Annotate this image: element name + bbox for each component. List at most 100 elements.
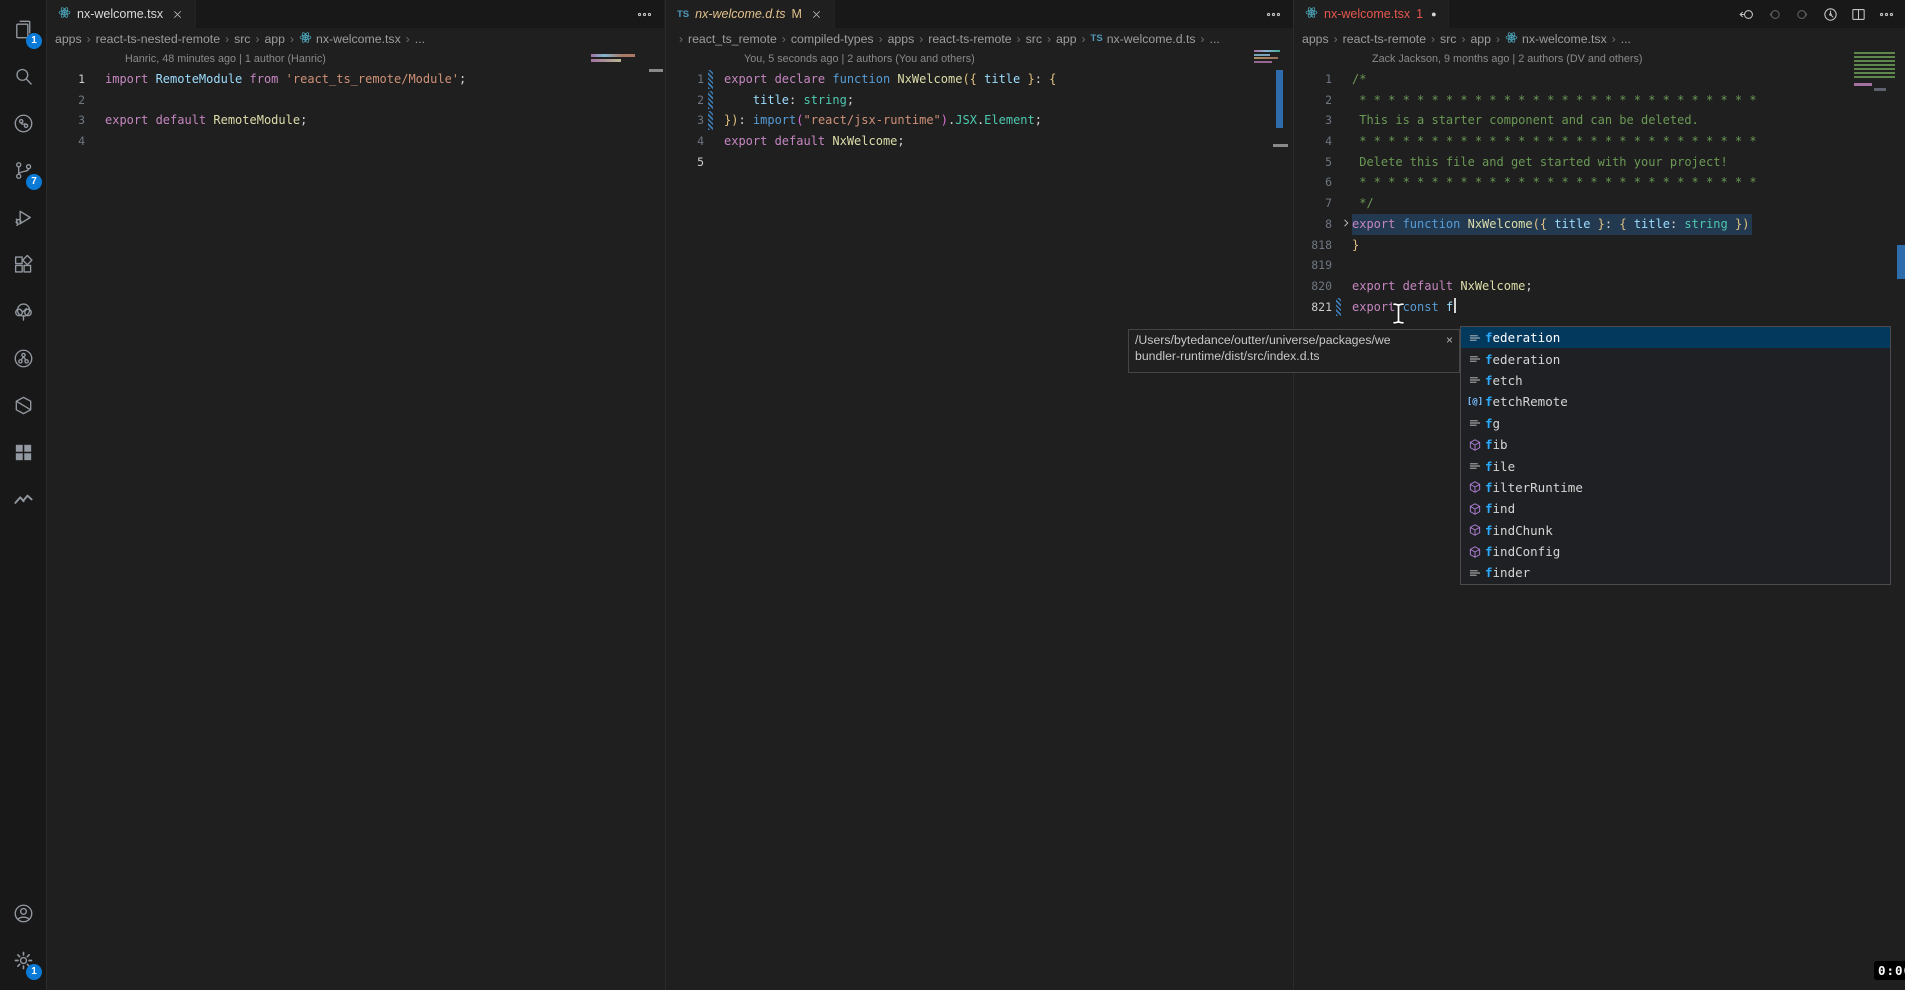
history-button[interactable] (1820, 4, 1840, 24)
code-line[interactable]: 7 */ (1294, 193, 1905, 214)
breadcrumb-item[interactable]: src (234, 32, 250, 46)
activity-bar-item-commit-graph[interactable] (0, 335, 46, 382)
tab-nx-welcome.d.ts[interactable]: TSnx-welcome.d.tsM (666, 0, 835, 28)
codelens[interactable]: Zack Jackson, 9 months ago | 2 authors (… (1294, 49, 1905, 69)
breadcrumb-item[interactable]: nx-welcome.tsx (299, 31, 401, 47)
tab-close-icon[interactable] (171, 8, 184, 21)
minimap-middle[interactable] (1254, 50, 1280, 66)
breadcrumb-item[interactable]: app (1056, 32, 1077, 46)
breadcrumb-item[interactable]: TSnx-welcome.d.ts (1091, 32, 1196, 46)
activity-bar-item-source-control[interactable]: 7 (0, 147, 46, 194)
code-line-text[interactable]: } (1352, 235, 1905, 256)
code-line[interactable]: 1import RemoteModule from 'react_ts_remo… (47, 69, 664, 90)
codelens[interactable]: You, 5 seconds ago | 2 authors (You and … (666, 49, 1293, 69)
suggest-item[interactable]: find (1461, 498, 1890, 519)
code-line-text[interactable]: export declare function NxWelcome({ titl… (724, 69, 1293, 90)
suggest-item[interactable]: [@]fetchRemote (1461, 391, 1890, 412)
minimap-left[interactable] (591, 54, 637, 64)
code-line[interactable]: 4 * * * * * * * * * * * * * * * * * * * … (1294, 131, 1905, 152)
breadcrumb-item[interactable]: app (264, 32, 285, 46)
code-line-text[interactable]: export default NxWelcome; (1352, 276, 1905, 297)
breadcrumb-item[interactable]: apps (888, 32, 915, 46)
code-line-text[interactable] (105, 131, 664, 152)
code-line[interactable]: 5 Delete this file and get started with … (1294, 152, 1905, 173)
code-line-text[interactable]: */ (1352, 193, 1905, 214)
suggest-item[interactable]: federation (1461, 327, 1890, 348)
code-line-text[interactable]: * * * * * * * * * * * * * * * * * * * * … (1352, 90, 1905, 111)
code-line-text[interactable] (1352, 255, 1905, 276)
more-button[interactable] (634, 4, 654, 24)
tab-close-icon[interactable] (810, 8, 823, 21)
code-line[interactable]: 818} (1294, 235, 1905, 256)
suggest-item[interactable]: federation (1461, 348, 1890, 369)
suggest-item[interactable]: file (1461, 455, 1890, 476)
code-line[interactable]: 2 title: string; (666, 90, 1293, 111)
code-line[interactable]: 6 * * * * * * * * * * * * * * * * * * * … (1294, 172, 1905, 193)
code-line[interactable]: 3 This is a starter component and can be… (1294, 110, 1905, 131)
activity-bar-item-run-debug[interactable] (0, 194, 46, 241)
suggest-item[interactable]: findConfig (1461, 541, 1890, 562)
breadcrumb-item[interactable]: compiled-types (791, 32, 874, 46)
breadcrumb-item[interactable]: react-ts-remote (928, 32, 1011, 46)
code-line[interactable]: 1export declare function NxWelcome({ tit… (666, 69, 1293, 90)
code-line-text[interactable]: export function NxWelcome({ title }: { t… (1352, 214, 1905, 235)
activity-bar-item-grid[interactable] (0, 429, 46, 476)
code-line[interactable]: 819 (1294, 255, 1905, 276)
code-line-text[interactable]: title: string; (724, 90, 1293, 111)
code-line-text[interactable]: }): import("react/jsx-runtime").JSX.Elem… (724, 110, 1293, 131)
tab-nx-welcome.tsx[interactable]: nx-welcome.tsx (47, 0, 196, 28)
nav-prev-button[interactable] (1764, 4, 1784, 24)
dirty-indicator[interactable]: ● (1431, 9, 1436, 19)
code-line-text[interactable] (724, 152, 1293, 173)
more-button[interactable] (1876, 4, 1896, 24)
code-line-text[interactable]: Delete this file and get started with yo… (1352, 152, 1905, 173)
suggest-item[interactable]: fetch (1461, 370, 1890, 391)
activity-bar-item-search[interactable] (0, 53, 46, 100)
code-line[interactable]: 8export function NxWelcome({ title }: { … (1294, 214, 1905, 235)
code-line[interactable]: 2 * * * * * * * * * * * * * * * * * * * … (1294, 90, 1905, 111)
activity-bar-item-nx-console[interactable] (0, 382, 46, 429)
breadcrumb-item[interactable]: nx-welcome.tsx (1505, 31, 1607, 47)
suggest-item[interactable]: fg (1461, 413, 1890, 434)
breadcrumb-item[interactable]: apps (55, 32, 82, 46)
activity-bar-item-accounts[interactable] (0, 890, 46, 937)
code-line[interactable]: 3export default RemoteModule; (47, 110, 664, 131)
code-line[interactable]: 1/* (1294, 69, 1905, 90)
code-line-text[interactable]: * * * * * * * * * * * * * * * * * * * * … (1352, 172, 1905, 193)
breadcrumb-item[interactable]: react_ts_remote (688, 32, 777, 46)
code-line-text[interactable]: * * * * * * * * * * * * * * * * * * * * … (1352, 131, 1905, 152)
code-line[interactable]: 2 (47, 90, 664, 111)
breadcrumb-item[interactable]: app (1470, 32, 1491, 46)
suggest-item[interactable]: findChunk (1461, 520, 1890, 541)
breadcrumb-item[interactable]: react-ts-remote (1343, 32, 1426, 46)
breadcrumb-item[interactable]: ... (415, 32, 425, 46)
breadcrumb-item[interactable]: ... (1621, 32, 1631, 46)
activity-bar-item-extensions[interactable] (0, 241, 46, 288)
breadcrumb-item[interactable]: react-ts-nested-remote (96, 32, 220, 46)
split-editor-button[interactable] (1848, 4, 1868, 24)
breadcrumb-item[interactable]: apps (1302, 32, 1329, 46)
breadcrumb-item[interactable]: src (1026, 32, 1042, 46)
activity-bar-item-settings[interactable]: 1 (0, 937, 46, 984)
activity-bar-item-explorer[interactable]: 1 (0, 6, 46, 53)
code-line[interactable]: 4export default NxWelcome; (666, 131, 1293, 152)
more-button[interactable] (1263, 4, 1283, 24)
code-line-text[interactable]: export default NxWelcome; (724, 131, 1293, 152)
breadcrumb-item[interactable]: ... (1210, 32, 1220, 46)
activity-bar-item-waves[interactable] (0, 476, 46, 523)
suggest-item[interactable]: finder (1461, 562, 1890, 583)
code-line-text[interactable]: export default RemoteModule; (105, 110, 664, 131)
codelens[interactable]: Hanric, 48 minutes ago | 1 author (Hanri… (47, 49, 664, 69)
fold-collapsed-icon[interactable] (1339, 216, 1353, 237)
code-line-text[interactable]: This is a starter component and can be d… (1352, 110, 1905, 131)
nav-back-button[interactable] (1736, 4, 1756, 24)
tab-nx-welcome.tsx[interactable]: nx-welcome.tsx1● (1294, 0, 1449, 28)
code-line-text[interactable]: export const f (1352, 297, 1905, 318)
code-line[interactable]: 3}): import("react/jsx-runtime").JSX.Ele… (666, 110, 1293, 131)
minimap-right[interactable] (1854, 52, 1895, 92)
code-line[interactable]: 821export const f (1294, 297, 1905, 318)
code-line[interactable]: 820export default NxWelcome; (1294, 276, 1905, 297)
close-icon[interactable]: × (1446, 333, 1453, 347)
activity-bar-item-gitlens[interactable] (0, 100, 46, 147)
code-line[interactable]: 4 (47, 131, 664, 152)
